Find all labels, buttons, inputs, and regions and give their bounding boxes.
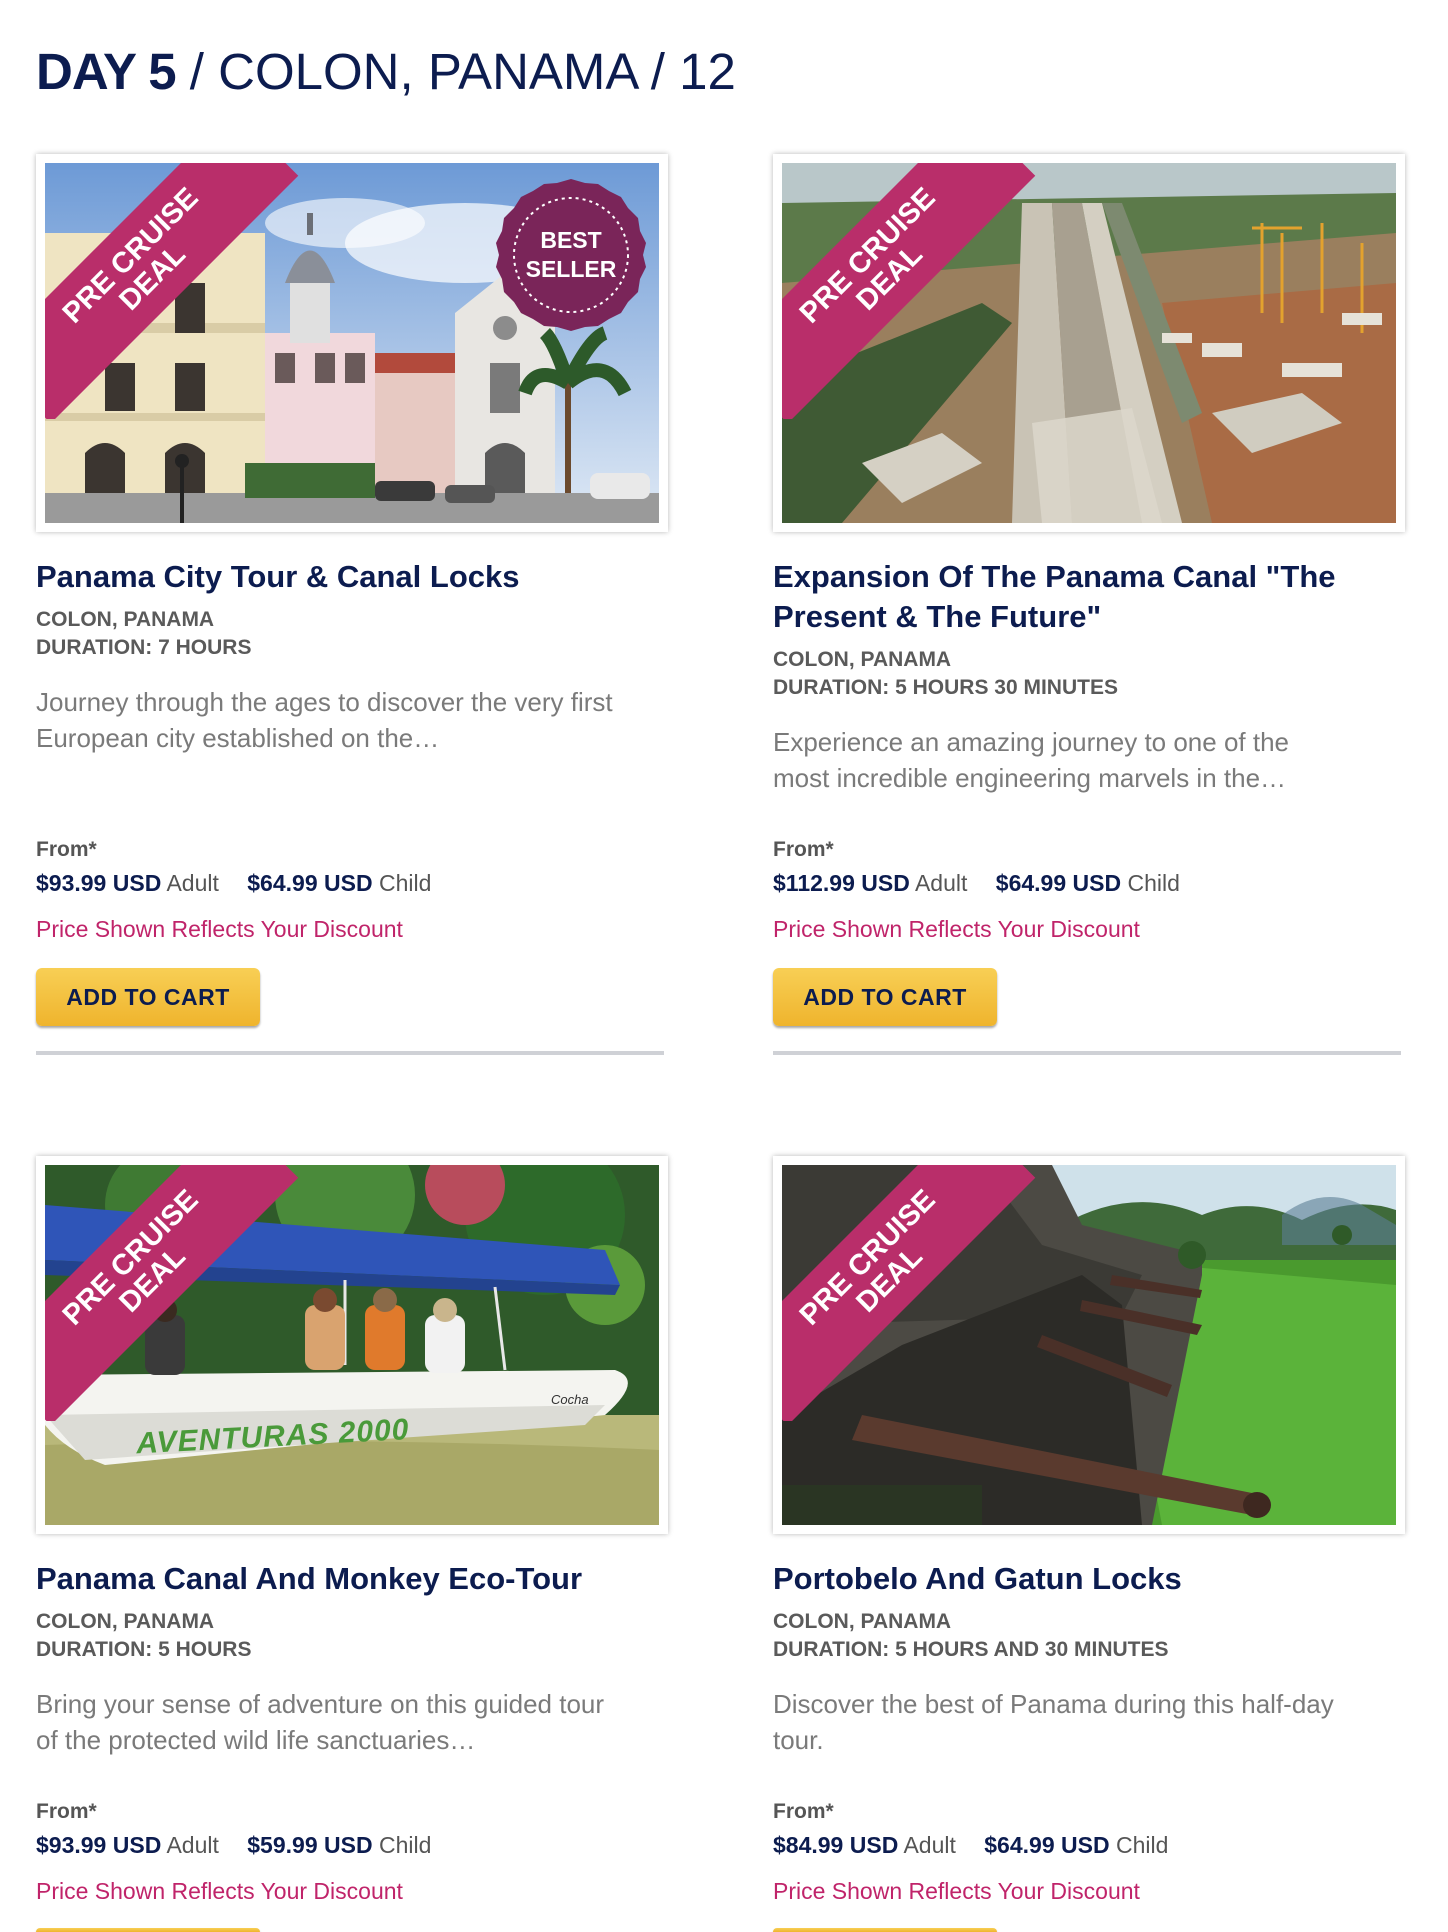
child-label: Child [378,870,432,896]
tour-title-line: Panama Canal And Monkey Eco-Tour [36,1561,583,1596]
tour-title[interactable]: Panama Canal And Monkey Eco-Tour [36,1559,696,1599]
add-to-cart-button[interactable] [773,1928,997,1932]
tour-duration: DURATION: 5 HOURS [36,1638,252,1661]
add-to-cart-button[interactable]: ADD TO CART [773,968,997,1026]
add-to-cart-button[interactable] [36,1928,260,1932]
adult-label: Adult [166,1832,219,1858]
best-seller-badge: BEST SELLER [492,176,650,334]
price-row: $112.99 USD Adult $64.99 USD Child [773,870,1180,897]
adult-label: Adult [166,870,219,896]
tour-description: Bring your sense of adventure on this gu… [36,1686,676,1758]
child-price: $59.99 USD [247,1832,373,1858]
tour-location: COLON, PANAMA [773,648,952,671]
port-label: / COLON, PANAMA / 12 [175,43,736,101]
tour-title[interactable]: Portobelo And Gatun Locks [773,1559,1433,1599]
child-label: Child [1127,870,1180,896]
price-row: $93.99 USD Adult $64.99 USD Child [36,870,431,897]
badge-line-1: BEST [540,227,602,253]
adult-price: $93.99 USD [36,1832,162,1858]
tour-duration: DURATION: 5 HOURS 30 MINUTES [773,676,1118,699]
price-row: $93.99 USD Adult $59.99 USD Child [36,1832,431,1859]
child-price: $64.99 USD [984,1832,1110,1858]
card-divider [36,1051,664,1055]
tour-location: COLON, PANAMA [36,608,215,631]
tour-location: COLON, PANAMA [36,1610,215,1633]
tour-location: COLON, PANAMA [773,1610,952,1633]
tour-title-line: Panama City Tour & Canal Locks [36,559,520,594]
description-line: Journey through the ages to discover the… [36,687,613,717]
day-label: DAY 5 [36,43,177,101]
from-label: From* [36,838,97,861]
description-line: Discover the best of Panama during this … [773,1689,1334,1719]
tour-photo-portobelo[interactable] [782,1165,1396,1525]
tour-description: Experience an amazing journey to one of … [773,724,1413,796]
child-label: Child [378,1832,432,1858]
badge-line-2: SELLER [525,256,617,282]
adult-label: Adult [903,1832,956,1858]
boat-small-name: Cocha [551,1392,589,1407]
description-line: European city established on the… [36,723,440,753]
child-price: $64.99 USD [995,870,1122,896]
adult-price: $84.99 USD [773,1832,899,1858]
tour-duration: DURATION: 7 HOURS [36,636,252,659]
adult-label: Adult [914,870,968,896]
child-price: $64.99 USD [247,870,373,896]
tour-title-line: Expansion Of The Panama Canal "The [773,559,1336,594]
from-label: From* [36,1800,97,1823]
discount-note: Price Shown Reflects Your Discount [773,1878,1140,1904]
tour-photo-frame[interactable]: PRE CRUISE DEAL [773,154,1405,532]
tour-card: PRE CRUISE DEAL AVENTURAS 2000 Cocha Pan… [36,1156,668,1932]
tour-title[interactable]: Panama City Tour & Canal Locks [36,557,696,597]
add-to-cart-button[interactable]: ADD TO CART [36,968,260,1026]
from-label: From* [773,838,834,861]
boat-small-lettering: Cocha [551,1392,589,1407]
tour-photo-frame[interactable]: PRE CRUISE DEAL AVENTURAS 2000 Cocha [36,1156,668,1534]
discount-note: Price Shown Reflects Your Discount [36,1878,403,1904]
tour-title-line: Present & The Future" [773,599,1102,634]
tour-title[interactable]: Expansion Of The Panama Canal "The Prese… [773,557,1433,637]
tour-card: PRE CRUISE DEAL Expansion Of The Panama … [773,154,1405,1055]
from-label: From* [773,1800,834,1823]
description-line: of the protected wild life sanctuaries… [36,1725,476,1755]
tour-photo-frame[interactable]: PRE CRUISE DEAL [773,1156,1405,1534]
adult-price: $112.99 USD [773,870,910,896]
page-title: DAY 5 / COLON, PANAMA / 12 [36,40,736,104]
tour-photo-canal-expansion[interactable] [782,163,1396,523]
description-line: Experience an amazing journey to one of … [773,727,1290,757]
tour-duration: DURATION: 5 HOURS AND 30 MINUTES [773,1638,1169,1661]
description-line: most incredible engineering marvels in t… [773,763,1287,793]
price-row: $84.99 USD Adult $64.99 USD Child [773,1832,1168,1859]
tour-title-line: Portobelo And Gatun Locks [773,1561,1182,1596]
adult-price: $93.99 USD [36,870,162,896]
tour-description: Journey through the ages to discover the… [36,684,676,756]
card-divider [773,1051,1401,1055]
description-line: Bring your sense of adventure on this gu… [36,1689,605,1719]
tour-photo-eco-tour[interactable] [45,1165,659,1525]
tour-description: Discover the best of Panama during this … [773,1686,1413,1758]
child-label: Child [1115,1832,1169,1858]
tour-card: PRE CRUISE DEAL BEST SELLER Panama City … [36,154,668,1055]
description-line: tour. [773,1725,824,1755]
discount-note: Price Shown Reflects Your Discount [36,916,403,942]
discount-note: Price Shown Reflects Your Discount [773,916,1140,942]
tour-card: PRE CRUISE DEAL Portobelo And Gatun Lock… [773,1156,1405,1932]
tour-photo-frame[interactable]: PRE CRUISE DEAL BEST SELLER [36,154,668,532]
